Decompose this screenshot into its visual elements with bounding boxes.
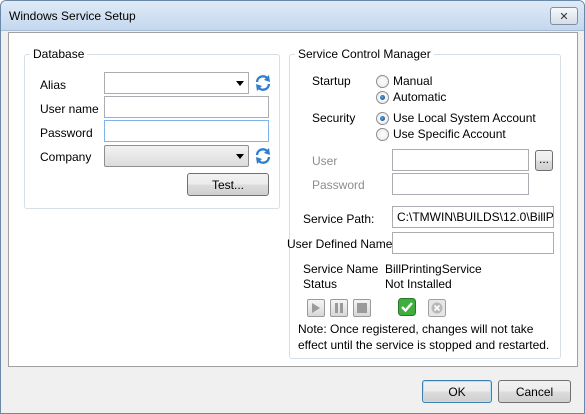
username-field[interactable] bbox=[104, 96, 269, 118]
user-defined-name-label: User Defined Name bbox=[287, 237, 393, 251]
start-service-button[interactable] bbox=[307, 299, 325, 317]
company-select[interactable] bbox=[104, 145, 249, 167]
stop-service-button[interactable] bbox=[353, 299, 371, 317]
chevron-down-icon bbox=[236, 81, 244, 86]
service-path-field[interactable]: C:\TMWIN\BUILDS\12.0\BillP bbox=[392, 206, 554, 228]
security-local-label[interactable]: Use Local System Account bbox=[393, 111, 536, 125]
security-label: Security bbox=[312, 111, 356, 125]
refresh-icon[interactable] bbox=[254, 147, 272, 165]
password-label: Password bbox=[40, 126, 93, 140]
pause-service-button[interactable] bbox=[330, 299, 348, 317]
dialog-body: Database Alias User name Password Compan… bbox=[8, 32, 578, 367]
startup-automatic-radio[interactable] bbox=[376, 91, 389, 104]
password-field[interactable] bbox=[104, 120, 269, 142]
browse-user-button[interactable]: ... bbox=[535, 150, 553, 171]
company-label: Company bbox=[40, 150, 92, 164]
alias-select[interactable] bbox=[104, 72, 249, 94]
status-value: Not Installed bbox=[385, 277, 452, 291]
security-specific-radio[interactable] bbox=[376, 128, 389, 141]
stop-icon bbox=[357, 303, 367, 313]
security-local-radio[interactable] bbox=[376, 112, 389, 125]
checkmark-icon bbox=[398, 298, 416, 316]
service-path-label: Service Path: bbox=[303, 212, 375, 226]
pause-icon bbox=[335, 303, 343, 313]
dialog-window: Windows Service Setup ✕ Database Alias U… bbox=[0, 0, 585, 414]
close-button[interactable]: ✕ bbox=[550, 7, 578, 25]
remove-icon bbox=[428, 299, 446, 317]
user-field[interactable] bbox=[392, 149, 529, 171]
alias-label: Alias bbox=[40, 78, 67, 92]
scm-password-label: Password bbox=[312, 178, 365, 192]
title-bar[interactable]: Windows Service Setup ✕ bbox=[1, 1, 584, 31]
service-name-label: Service Name bbox=[303, 262, 379, 276]
play-icon bbox=[312, 303, 320, 313]
cancel-button[interactable]: Cancel bbox=[498, 380, 571, 403]
startup-automatic-label[interactable]: Automatic bbox=[393, 90, 446, 104]
service-name-value: BillPrintingService bbox=[385, 262, 482, 276]
dialog-footer: OK Cancel bbox=[2, 368, 584, 413]
ok-button[interactable]: OK bbox=[422, 380, 492, 403]
user-defined-name-field[interactable] bbox=[392, 232, 554, 254]
install-service-button[interactable] bbox=[398, 298, 416, 316]
startup-manual-radio[interactable] bbox=[376, 75, 389, 88]
chevron-down-icon bbox=[236, 154, 244, 159]
status-label: Status bbox=[303, 277, 338, 291]
startup-manual-label[interactable]: Manual bbox=[393, 74, 432, 88]
test-button[interactable]: Test... bbox=[187, 173, 269, 196]
uninstall-service-button[interactable] bbox=[428, 299, 446, 317]
scm-password-field[interactable] bbox=[392, 173, 529, 195]
refresh-icon[interactable] bbox=[254, 74, 272, 92]
registration-note: Note: Once registered, changes will not … bbox=[298, 322, 550, 352]
close-icon: ✕ bbox=[559, 10, 569, 23]
startup-label: Startup bbox=[312, 74, 351, 88]
security-specific-label[interactable]: Use Specific Account bbox=[393, 127, 506, 141]
username-label: User name bbox=[40, 102, 99, 116]
database-legend: Database bbox=[33, 47, 85, 61]
window-title: Windows Service Setup bbox=[9, 9, 136, 23]
user-label: User bbox=[312, 154, 338, 168]
scm-legend: Service Control Manager bbox=[298, 47, 431, 61]
